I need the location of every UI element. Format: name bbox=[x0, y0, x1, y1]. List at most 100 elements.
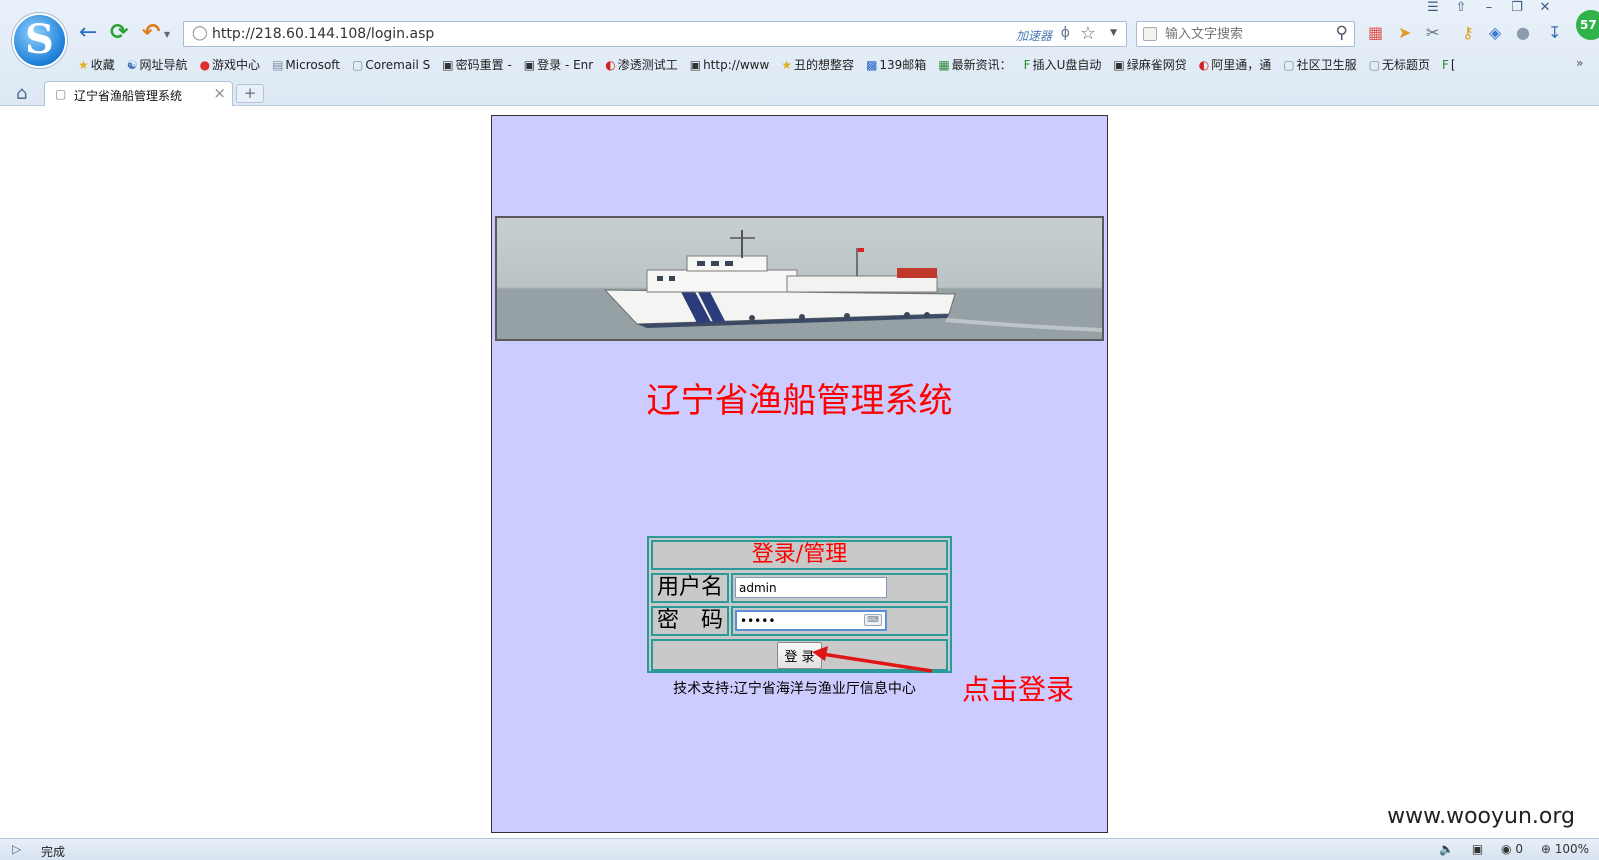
bookmark-item[interactable]: ▣ http://www bbox=[690, 58, 770, 72]
bookmark-item[interactable]: ▦ 最新资讯： bbox=[938, 56, 1011, 73]
bookmark-item[interactable]: ★ 收藏 bbox=[78, 56, 115, 73]
bookmark-item[interactable]: ▣ 绿麻雀网贷 bbox=[1113, 56, 1186, 73]
bookmark-label: 密码重置 - bbox=[455, 58, 512, 72]
zoom-level: 100% bbox=[1554, 842, 1589, 856]
accelerator-button[interactable]: 加速器 bbox=[1016, 27, 1052, 44]
username-label-cell: 用户名 bbox=[651, 573, 729, 603]
bookmark-label: 阿里通，通 bbox=[1211, 58, 1272, 72]
game-icon: ● bbox=[199, 58, 211, 72]
window-controls: ☰ ⇧ – ❐ ✕ bbox=[1419, 0, 1559, 15]
c-logo-icon: ◐ bbox=[605, 58, 616, 72]
bookmark-item[interactable]: ▣ 密码重置 - bbox=[442, 56, 512, 73]
annotation-arrow bbox=[812, 646, 933, 673]
banner-ship-image bbox=[495, 216, 1104, 341]
back-button[interactable]: ← bbox=[79, 22, 97, 44]
page-title: 辽宁省渔船管理系统 bbox=[646, 381, 953, 421]
address-dropdown-icon[interactable]: ▼ bbox=[1110, 28, 1117, 38]
bookmark-label: [ bbox=[1450, 58, 1456, 72]
star-icon: ★ bbox=[78, 58, 89, 72]
search-box[interactable]: ⚲ bbox=[1136, 21, 1355, 47]
bookmark-label: Coremail S bbox=[365, 58, 431, 72]
undo-close-button[interactable]: ↶ bbox=[142, 22, 160, 44]
sidebar-toggle-icon[interactable]: ▷ bbox=[12, 842, 21, 856]
skin-icon[interactable]: ⇧ bbox=[1447, 0, 1475, 15]
minimize-icon[interactable]: – bbox=[1475, 0, 1503, 15]
bookmark-item[interactable]: ▢ Coremail S bbox=[352, 58, 430, 72]
bookmark-item[interactable]: F[ bbox=[1442, 58, 1456, 72]
security-shield-icon[interactable]: ◯ bbox=[192, 25, 208, 41]
bookmark-label: 139邮箱 bbox=[879, 58, 927, 72]
login-page-frame: 辽宁省渔船管理系统 登录/管理 用户名 密 码 ⌨ 登 录 技术支持:辽宁省海洋… bbox=[491, 115, 1108, 833]
chat-icon[interactable]: ● bbox=[1516, 24, 1530, 42]
bookmark-item[interactable]: F 插入U盘自动 bbox=[1024, 56, 1102, 73]
page-icon: ▢ bbox=[55, 87, 67, 101]
f-logo-icon: F bbox=[1023, 58, 1031, 72]
bookmark-item[interactable]: ● 游戏中心 bbox=[200, 56, 261, 73]
bookmark-item[interactable]: ☯ 网址导航 bbox=[127, 56, 188, 73]
shield-check-icon[interactable]: ◈ bbox=[1489, 24, 1501, 42]
chevron-down-icon[interactable]: ▼ bbox=[164, 30, 170, 39]
status-text: 完成 bbox=[41, 845, 66, 859]
volume-icon[interactable]: 🔈 bbox=[1439, 842, 1454, 856]
zoom-icon[interactable]: ⊕ 100% bbox=[1541, 842, 1589, 856]
login-header-cell: 登录/管理 bbox=[651, 540, 948, 570]
bookmark-label: 插入U盘自动 bbox=[1032, 58, 1102, 72]
tab-title[interactable]: 辽宁省渔船管理系统 bbox=[74, 87, 182, 104]
menu-icon[interactable]: ☰ bbox=[1419, 0, 1447, 15]
bookmark-label: 网址导航 bbox=[139, 58, 188, 72]
bookmark-item[interactable]: ◐ 阿里通，通 bbox=[1199, 56, 1272, 73]
close-window-icon[interactable]: ✕ bbox=[1531, 0, 1559, 15]
status-bar: ▷ 完成 🔈 ▣ ◉ 0 ⊕ 100% bbox=[0, 838, 1599, 860]
globe-icon: ☯ bbox=[126, 58, 138, 72]
bookmarks-overflow-icon[interactable]: » bbox=[1576, 56, 1583, 70]
reload-button[interactable]: ⟳ bbox=[110, 22, 128, 44]
bookmark-label: 丑的想整容 bbox=[794, 58, 855, 72]
folder-icon: ▤ bbox=[272, 58, 284, 72]
bookmark-label: 社区卫生服 bbox=[1296, 58, 1357, 72]
bookmark-label: 收藏 bbox=[90, 58, 115, 72]
image-icon: ▣ bbox=[689, 58, 702, 72]
browser-logo-icon[interactable]: S bbox=[12, 13, 67, 68]
bookmark-item[interactable]: ▢ 无标题页 bbox=[1369, 56, 1430, 73]
extension-icon[interactable]: ▣ bbox=[1472, 842, 1483, 856]
bookmark-item[interactable]: ▤ Microsoft bbox=[272, 58, 340, 72]
bookmark-item[interactable]: ▩ 139邮箱 bbox=[866, 56, 926, 73]
username-input[interactable] bbox=[735, 577, 887, 598]
tab-active[interactable]: ▢ 辽宁省渔船管理系统 × bbox=[44, 81, 233, 106]
status-tray: 🔈 ▣ ◉ 0 ⊕ 100% bbox=[1425, 842, 1589, 856]
tab-close-icon[interactable]: × bbox=[213, 84, 226, 102]
bookmark-label: Microsoft bbox=[285, 58, 341, 72]
search-engine-icon[interactable] bbox=[1143, 27, 1157, 41]
c-logo-icon: ◐ bbox=[1198, 58, 1210, 72]
bookmark-item[interactable]: ▣ 登录 - Enr bbox=[524, 56, 593, 73]
login-header: 登录/管理 bbox=[751, 542, 848, 567]
download-icon[interactable]: ↧ bbox=[1548, 24, 1561, 42]
shield-count-icon[interactable]: ◉ 0 bbox=[1501, 842, 1523, 856]
restore-icon[interactable]: ❐ bbox=[1503, 0, 1531, 15]
bookmark-item[interactable]: ◐ 渗透测试工 bbox=[605, 56, 678, 73]
home-icon[interactable]: ⌂ bbox=[16, 83, 27, 104]
bookmark-label: 登录 - Enr bbox=[537, 58, 594, 72]
favorite-star-icon[interactable]: ☆ bbox=[1080, 23, 1096, 44]
share-icon[interactable]: ➤ bbox=[1398, 24, 1411, 42]
new-tab-button[interactable]: + bbox=[236, 84, 264, 103]
scissors-icon[interactable]: ✂ bbox=[1426, 24, 1439, 42]
username-label: 用户名 bbox=[656, 575, 723, 600]
image-icon: ▣ bbox=[442, 58, 454, 72]
screenshot-icon[interactable]: ▦ bbox=[1368, 24, 1383, 42]
bookmark-item[interactable]: ★ 丑的想整容 bbox=[781, 56, 854, 73]
notification-badge[interactable]: 57 bbox=[1576, 10, 1599, 40]
search-icon[interactable]: ⚲ bbox=[1336, 23, 1348, 43]
search-input[interactable] bbox=[1163, 24, 1323, 44]
lightning-icon[interactable]: ϕ bbox=[1061, 25, 1070, 41]
address-bar[interactable]: ◯ http://218.60.144.108/login.asp 加速器 ϕ … bbox=[183, 21, 1127, 47]
keyboard-icon[interactable]: ⌨ bbox=[864, 614, 882, 626]
bookmark-item[interactable]: ▢ 社区卫生服 bbox=[1283, 56, 1356, 73]
key-icon[interactable]: ⚷ bbox=[1462, 24, 1474, 42]
browser-toolbar: S ← ⟳ ↶ ▼ ◯ http://218.60.144.108/login.… bbox=[0, 0, 1599, 106]
tab-bar: ⌂ ▢ 辽宁省渔船管理系统 × + bbox=[0, 80, 1599, 106]
shield-count: 0 bbox=[1515, 842, 1523, 856]
address-url[interactable]: http://218.60.144.108/login.asp bbox=[212, 26, 434, 42]
image-icon: ▣ bbox=[523, 58, 536, 72]
f-logo-icon: F bbox=[1441, 58, 1449, 72]
